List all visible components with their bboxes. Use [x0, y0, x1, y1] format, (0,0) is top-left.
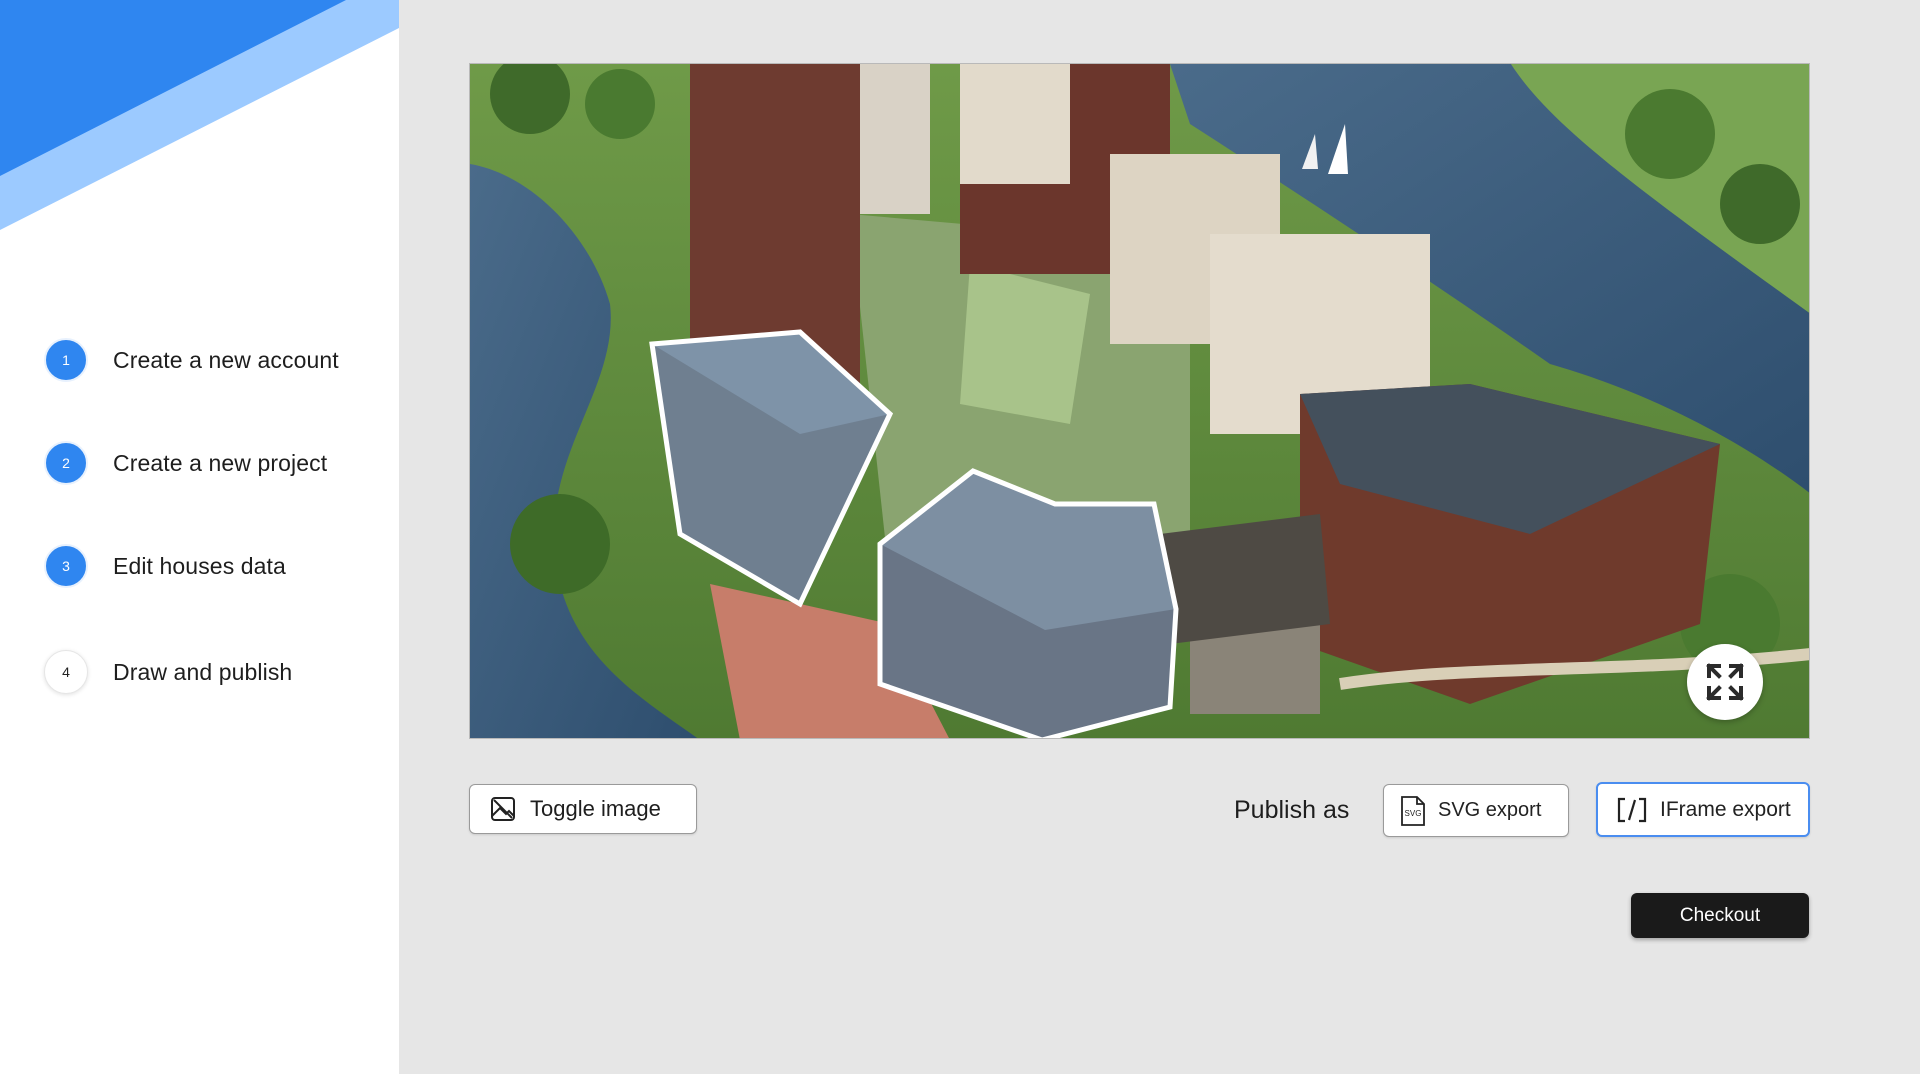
svg-file-icon: SVG [1401, 795, 1425, 826]
code-icon [1617, 797, 1647, 822]
step-label: Draw and publish [113, 658, 293, 685]
step-number-badge: 1 [44, 338, 88, 382]
step-label: Create a new project [113, 449, 328, 476]
image-viewer[interactable] [469, 63, 1810, 739]
svg-text:SVG: SVG [1405, 809, 1422, 818]
step-number-badge: 2 [44, 441, 88, 485]
step-create-account[interactable]: 1 Create a new account [44, 338, 339, 382]
fullscreen-button[interactable] [1687, 644, 1763, 720]
iframe-export-button[interactable]: IFrame export [1596, 782, 1810, 837]
svg-export-label: SVG export [1438, 799, 1542, 821]
image-toggle-icon [491, 797, 515, 821]
expand-icon [1706, 663, 1744, 701]
step-label: Edit houses data [113, 552, 286, 579]
sidebar: 1 Create a new account 2 Create a new pr… [0, 0, 399, 1074]
aerial-render-image [470, 64, 1809, 738]
step-number-badge: 4 [44, 650, 88, 694]
iframe-export-label: IFrame export [1660, 797, 1791, 821]
sidebar-decoration [0, 0, 399, 230]
step-draw-publish[interactable]: 4 Draw and publish [44, 650, 292, 694]
checkout-button[interactable]: Checkout [1631, 893, 1809, 938]
step-create-project[interactable]: 2 Create a new project [44, 441, 327, 485]
step-number-badge: 3 [44, 544, 88, 588]
publish-as-label: Publish as [1234, 796, 1350, 824]
svg-export-button[interactable]: SVG SVG export [1383, 784, 1569, 837]
step-edit-houses[interactable]: 3 Edit houses data [44, 544, 286, 588]
toggle-image-button[interactable]: Toggle image [469, 784, 697, 834]
step-label: Create a new account [113, 346, 339, 373]
toggle-image-label: Toggle image [530, 796, 661, 821]
